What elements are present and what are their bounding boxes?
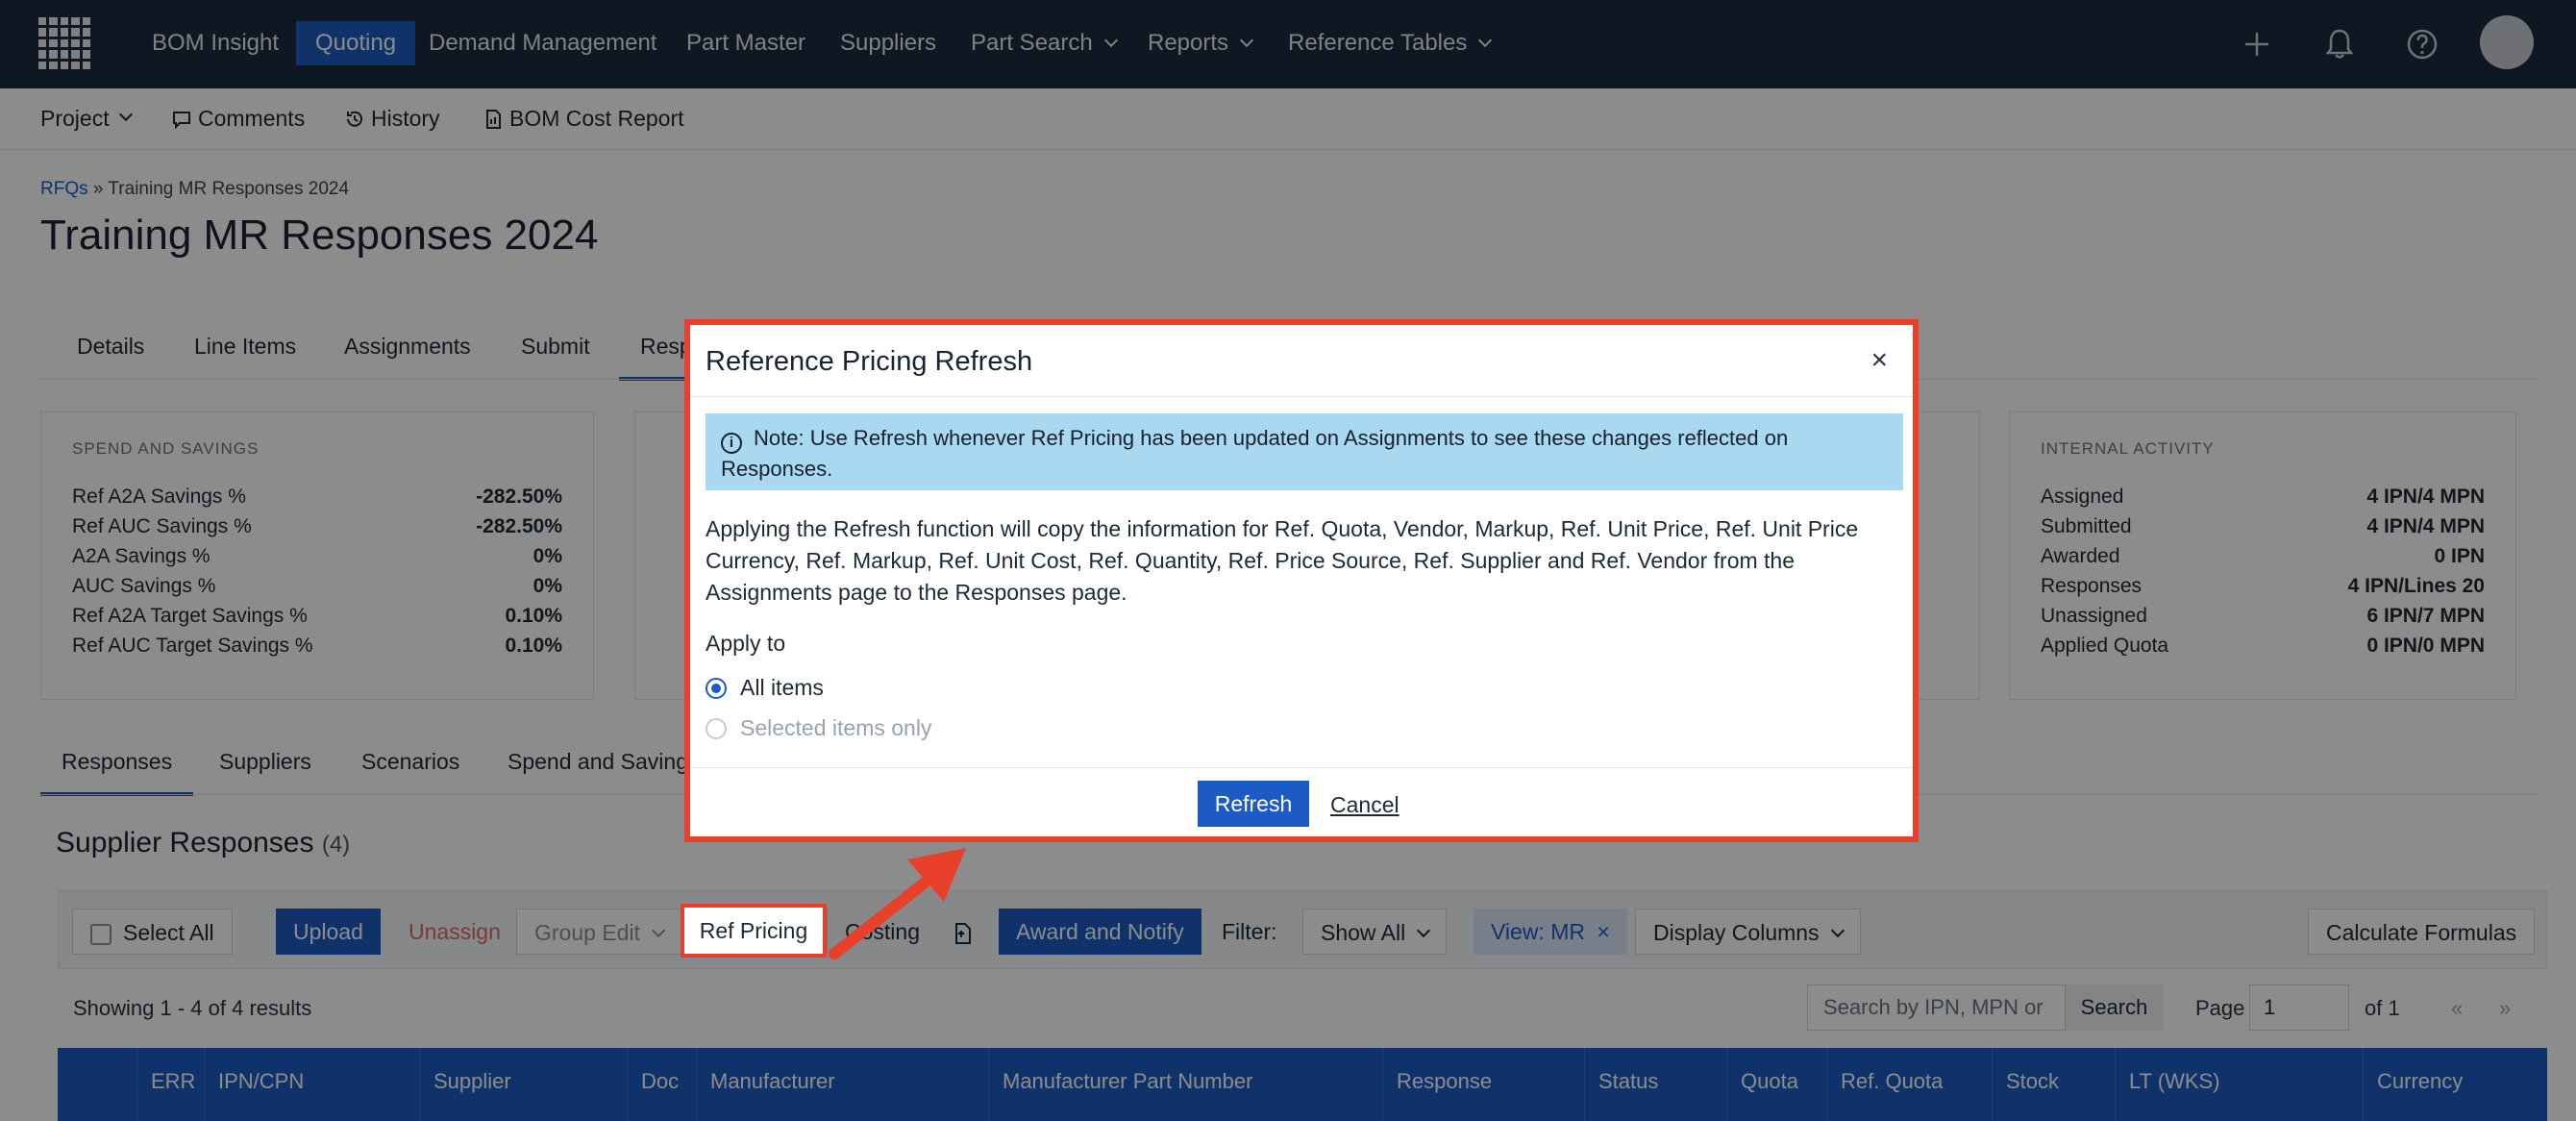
annotation-arrow-icon bbox=[829, 848, 966, 959]
ref-pricing-button-highlighted[interactable]: Ref Pricing bbox=[684, 908, 823, 954]
radio-selected-icon bbox=[706, 677, 727, 699]
cancel-button[interactable]: Cancel bbox=[1330, 792, 1399, 818]
close-icon[interactable]: × bbox=[1870, 344, 1888, 377]
dialog-title: Reference Pricing Refresh bbox=[706, 346, 1033, 377]
apply-to-label: Apply to bbox=[706, 631, 786, 656]
radio-unselected-icon bbox=[706, 717, 727, 739]
dialog-divider bbox=[690, 396, 1913, 397]
reference-pricing-refresh-dialog: Reference Pricing Refresh × i Note: Use R… bbox=[684, 319, 1919, 842]
info-note: i Note: Use Refresh whenever Ref Pricing … bbox=[706, 413, 1903, 490]
dialog-description: Applying the Refresh function will copy … bbox=[706, 516, 1859, 605]
info-note-text: Note: Use Refresh whenever Ref Pricing h… bbox=[721, 426, 1789, 481]
dialog-footer-divider bbox=[690, 767, 1913, 768]
radio-selected-items-label: Selected items only bbox=[740, 715, 932, 740]
refresh-button[interactable]: Refresh bbox=[1198, 781, 1309, 827]
radio-all-items-label: All items bbox=[740, 675, 824, 700]
radio-selected-items-only[interactable]: Selected items only bbox=[706, 715, 931, 741]
info-icon: i bbox=[721, 433, 742, 454]
radio-all-items[interactable]: All items bbox=[706, 675, 824, 701]
